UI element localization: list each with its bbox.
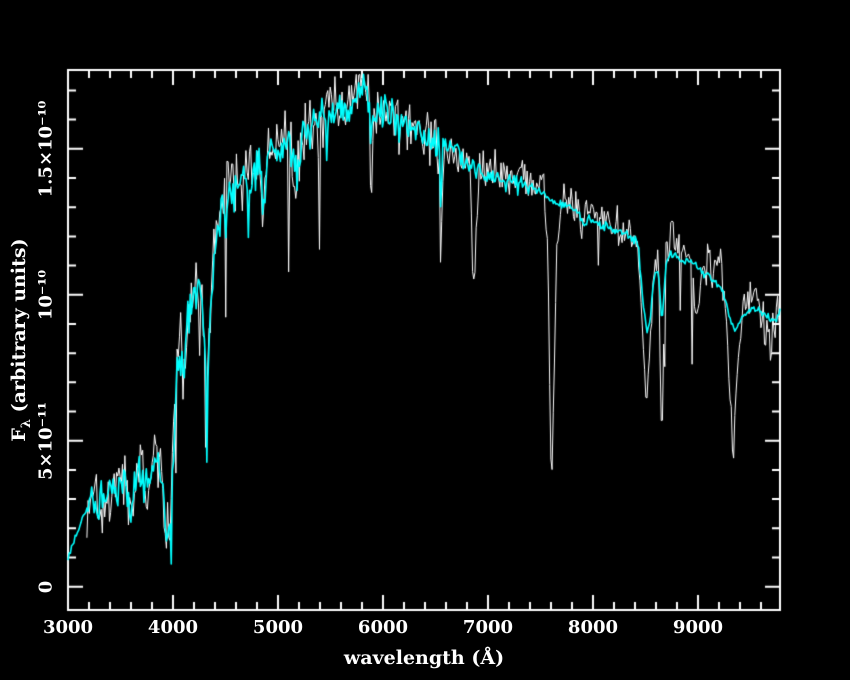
y-tick-label: 10⁻¹⁰	[35, 269, 57, 320]
x-tick-label: 9000	[672, 617, 724, 638]
y-tick-label: 5×10⁻¹¹	[35, 401, 57, 480]
y-axis-subscript: λ	[19, 418, 34, 429]
screenshot-root: { "chart_data": { "type": "line", "title…	[0, 0, 850, 680]
x-tick-label: 7000	[462, 617, 514, 638]
spectrum-plot-canvas	[0, 0, 850, 680]
y-axis-units: (arbitrary units)	[8, 238, 30, 419]
y-tick-label: 0	[35, 580, 57, 593]
x-tick-label: 8000	[567, 617, 619, 638]
y-tick-label: 1.5×10⁻¹⁰	[35, 100, 57, 198]
x-axis-title: wavelength (Å)	[343, 647, 505, 669]
x-tick-label: 4000	[147, 617, 199, 638]
x-tick-label: 5000	[252, 617, 304, 638]
y-axis-symbol: F	[8, 428, 30, 442]
y-axis-title: Fλ (arbitrary units)	[8, 238, 34, 441]
x-tick-label: 3000	[42, 617, 94, 638]
x-tick-label: 6000	[357, 617, 409, 638]
